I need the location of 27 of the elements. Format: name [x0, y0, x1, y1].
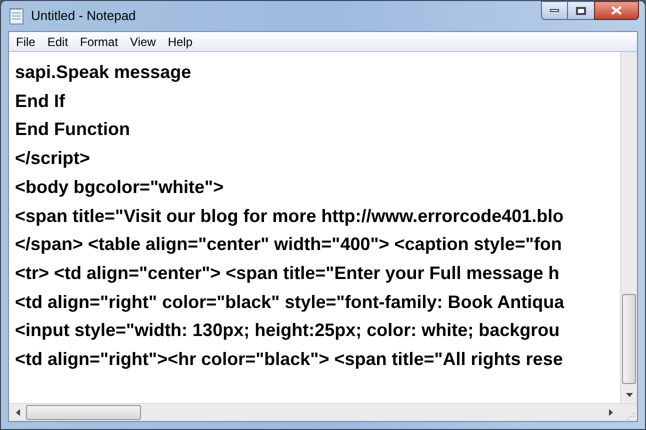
text-line: <td align="right"><hr color="black"> <span title="All rights rese — [15, 348, 563, 372]
text-line: </span> <table align="center" width="400"> <caption style="fon — [15, 233, 562, 256]
close-icon — [611, 6, 622, 15]
menu-item[interactable]: Help — [162, 32, 198, 50]
scrollbar-thumb[interactable] — [622, 294, 636, 384]
vertical-scrollbar[interactable] — [620, 52, 637, 403]
menu-item[interactable]: Edit — [42, 32, 74, 50]
window-title: Untitled - Notepad — [31, 7, 136, 26]
close-button[interactable] — [594, 1, 639, 20]
scrollbar-thumb[interactable] — [26, 405, 141, 420]
text-line: <td align="right" color="black" style="font-family: Book Antiqua — [15, 290, 564, 314]
text-line: <tr> <td align="center"> <span title="Enter your Full message h — [15, 262, 560, 285]
minimize-button[interactable] — [541, 1, 568, 20]
maximize-button[interactable] — [568, 1, 594, 20]
text-line: </script> — [15, 147, 90, 170]
text-line: sapi.Speak message — [15, 61, 192, 84]
menu-item[interactable]: View — [125, 32, 161, 50]
menu-item[interactable]: File — [11, 32, 40, 50]
text-line: End Function — [15, 118, 130, 142]
text-line: <body bgcolor="white"> — [15, 176, 224, 199]
minimize-icon — [550, 9, 559, 12]
menu-item[interactable]: Format — [75, 32, 124, 50]
text-line: End If — [15, 90, 65, 113]
notepad-icon — [9, 7, 25, 25]
text-line: <input style="width: 130px; height:25px; color: white; backgrou — [15, 319, 560, 342]
maximize-icon — [576, 6, 586, 14]
text-line: <span title="Visit our blog for more http://www.errorcode401.blo — [15, 204, 564, 228]
